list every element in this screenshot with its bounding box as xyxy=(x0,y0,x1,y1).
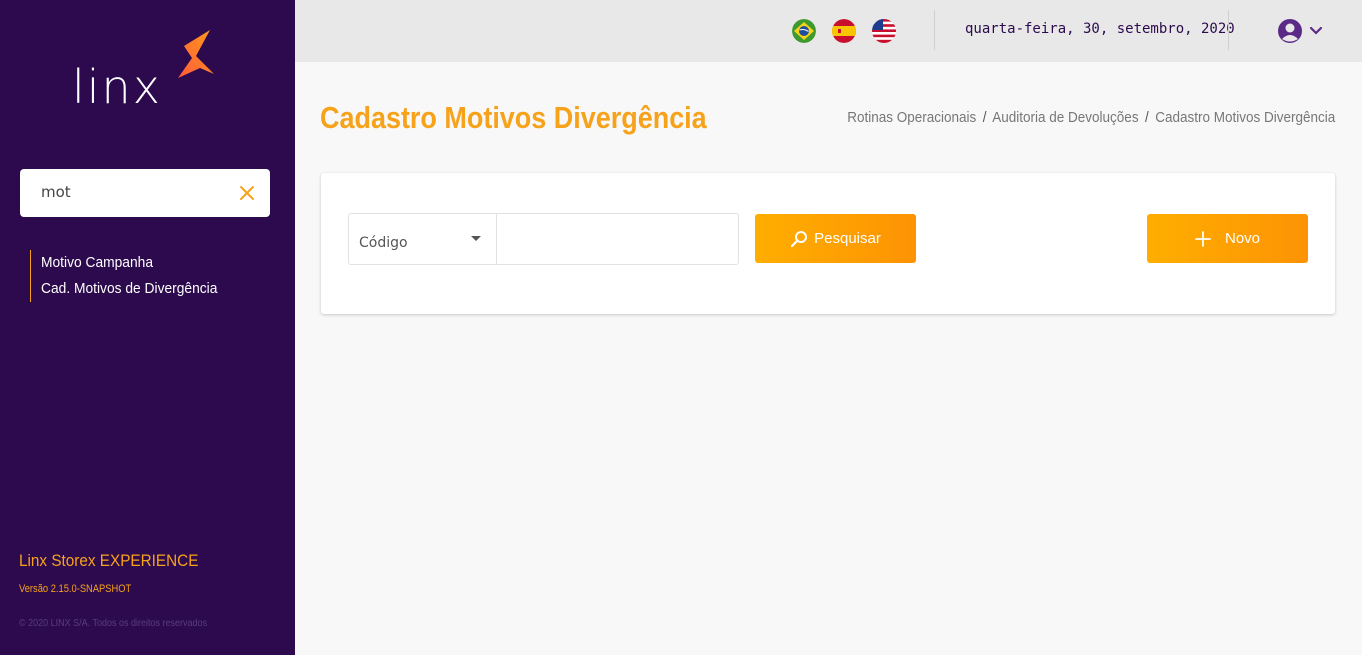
user-avatar-icon xyxy=(1278,19,1302,43)
page-title: Cadastro Motivos Divergência xyxy=(320,100,707,135)
filter-search-input[interactable] xyxy=(496,213,739,265)
linx-logo[interactable]: linx xyxy=(72,28,222,118)
brazil-flag-icon[interactable] xyxy=(792,19,816,43)
sidebar: linx Motivo Campanha Cad. Motivos de Div… xyxy=(0,0,295,655)
filter-card: Código Pesquisar Novo xyxy=(321,173,1335,314)
logo-wordmark: linx xyxy=(72,60,162,114)
breadcrumb-separator: / xyxy=(982,109,987,126)
copyright: © 2020 LINX S/A. Todos os direitos reser… xyxy=(19,618,208,629)
product-name: Linx Storex EXPERIENCE xyxy=(19,551,199,570)
breadcrumb-separator: / xyxy=(1144,109,1149,126)
spain-flag-icon[interactable] xyxy=(832,19,856,43)
caret-down-icon xyxy=(471,236,481,241)
topbar-divider xyxy=(1228,10,1229,50)
filter-field-value: Código xyxy=(359,235,408,251)
menu-search-box xyxy=(20,169,270,217)
search-button[interactable]: Pesquisar xyxy=(755,214,916,263)
breadcrumb-item[interactable]: Auditoria de Devoluções xyxy=(992,109,1138,126)
current-date: quarta-feira, 30, setembro, 2020 xyxy=(965,21,1235,37)
new-button[interactable]: Novo xyxy=(1147,214,1308,263)
topbar-divider xyxy=(934,10,935,50)
close-icon[interactable] xyxy=(238,184,256,202)
search-icon xyxy=(791,230,808,247)
menu-item-motivo-campanha[interactable]: Motivo Campanha xyxy=(41,250,217,276)
new-button-label: Novo xyxy=(1224,230,1261,247)
menu-item-cad-motivos-divergencia[interactable]: Cad. Motivos de Divergência xyxy=(41,276,217,302)
breadcrumb: Rotinas Operacionais / Auditoria de Devo… xyxy=(847,109,1335,126)
search-button-label: Pesquisar xyxy=(814,230,881,247)
usa-flag-icon[interactable] xyxy=(872,19,896,43)
topbar: quarta-feira, 30, setembro, 2020 xyxy=(295,0,1362,62)
breadcrumb-item[interactable]: Rotinas Operacionais xyxy=(847,109,976,126)
chevron-down-icon xyxy=(1309,26,1323,35)
logo-mark-icon xyxy=(178,30,214,78)
menu-results: Motivo Campanha Cad. Motivos de Divergên… xyxy=(30,250,233,302)
menu-search-input[interactable] xyxy=(41,183,231,201)
filter-field-select[interactable]: Código xyxy=(348,213,496,265)
user-menu[interactable] xyxy=(1275,17,1325,45)
breadcrumb-current: Cadastro Motivos Divergência xyxy=(1154,109,1335,126)
plus-icon xyxy=(1195,230,1211,247)
version-label: Versão 2.15.0-SNAPSHOT xyxy=(19,583,132,595)
